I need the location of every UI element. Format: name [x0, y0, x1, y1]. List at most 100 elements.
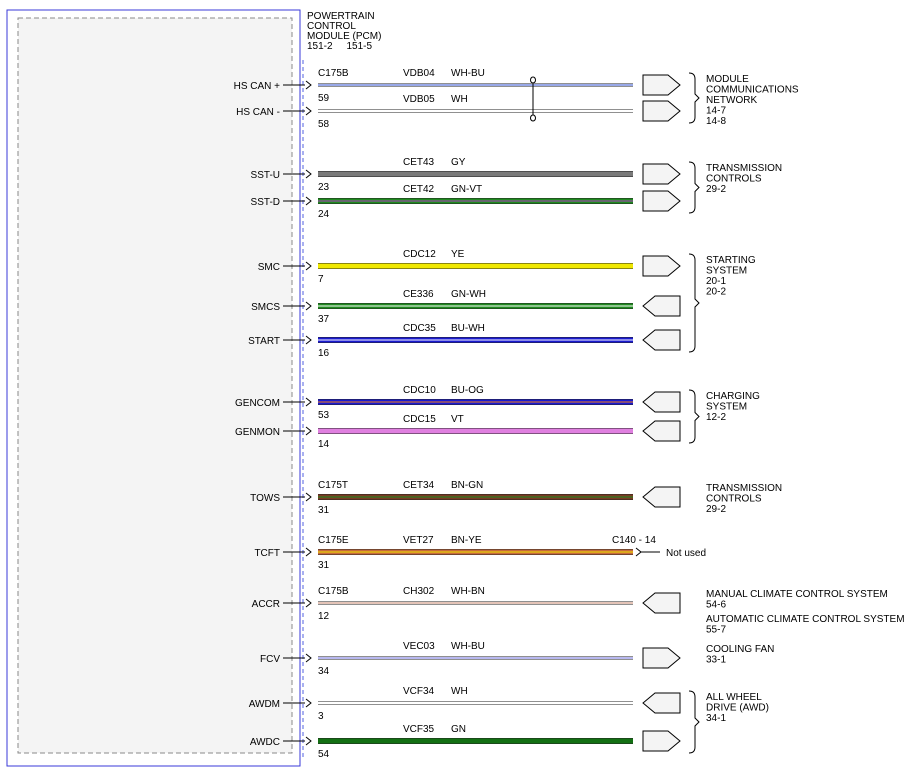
pin-arrow-icon	[305, 397, 312, 407]
destination-label-line: AUTOMATIC CLIMATE CONTROL SYSTEM	[706, 614, 905, 625]
destination-group: TRANSMISSIONCONTROLS29-2	[706, 483, 782, 515]
terminal-connector-pin: C140 - 14	[612, 535, 656, 546]
circuit-row: SMCS 37 CE336 GN-WH	[251, 289, 681, 325]
connector-out-icon	[642, 647, 681, 669]
circuit-row: AWDM 3 VCF34 WH	[249, 686, 681, 722]
circuit-id: VCF34	[403, 686, 435, 697]
destination-group: STARTINGSYSTEM20-120-2	[688, 253, 756, 353]
wire-color-code: WH-BN	[451, 586, 485, 597]
destination-label-line: 20-2	[706, 287, 726, 298]
destination-label-line: 14-8	[706, 116, 726, 127]
pin-arrow-icon	[305, 335, 312, 345]
signal-label: START	[248, 336, 280, 347]
signal-label: HS CAN +	[234, 81, 281, 92]
destination-group: TRANSMISSIONCONTROLS29-2	[688, 161, 782, 214]
signal-label: ACCR	[252, 599, 280, 610]
pin-number: 3	[318, 711, 324, 722]
circuit-id: CDC10	[403, 385, 436, 396]
pin-number: 16	[318, 348, 330, 359]
destination-label-line: MODULE	[706, 74, 749, 85]
destination-label-line: CONTROLS	[706, 174, 762, 185]
connector-in-icon	[642, 329, 681, 351]
destination-label-line: 29-2	[706, 504, 726, 515]
destination-group: COOLING FAN33-1	[706, 644, 774, 666]
circuit-id: CDC12	[403, 249, 436, 260]
wire-color-code: BN-YE	[451, 535, 482, 546]
circuit-id: VDB05	[403, 94, 435, 105]
circuit-id: CE336	[403, 289, 434, 300]
pin-number: 31	[318, 560, 330, 571]
connector-out-icon	[642, 74, 681, 96]
destination-label-line: NETWORK	[706, 95, 757, 106]
pin-number: 12	[318, 611, 330, 622]
connector-in-icon	[642, 420, 681, 442]
not-used-note: Not used	[666, 548, 706, 559]
circuit-row: FCV 34 VEC03 WH-BU	[260, 641, 681, 677]
destination-group: ALL WHEELDRIVE (AWD)34-1	[688, 690, 769, 754]
pin-number: 7	[318, 274, 324, 285]
pin-arrow-icon	[305, 426, 312, 436]
circuit-id: VDB04	[403, 68, 435, 79]
pin-number: 23	[318, 182, 330, 193]
wire-color-code: GY	[451, 157, 466, 168]
signal-label: TOWS	[250, 493, 280, 504]
pin-arrow-icon	[305, 106, 312, 116]
circuit-id: VEC03	[403, 641, 435, 652]
connector-id: C175T	[318, 480, 348, 491]
pcm-module-inner	[17, 17, 293, 754]
pin-arrow-icon	[305, 598, 312, 608]
connector-in-icon	[642, 391, 681, 413]
circuit-row: GENMON 14 CDC15 VT	[235, 414, 681, 450]
signal-label: FCV	[260, 654, 280, 665]
wire	[318, 701, 633, 705]
destination-label-line: COOLING FAN	[706, 644, 774, 655]
destination-bracket	[688, 690, 700, 754]
circuit-row: TOWS C175T 31 CET34 BN-GN	[250, 480, 681, 516]
module-page-refs: 151-2 151-5	[307, 41, 372, 52]
destination-label-line: STARTING	[706, 255, 756, 266]
pin-number: 54	[318, 749, 330, 760]
destination-label-line: 12-2	[706, 412, 726, 423]
destination-label-line: MANUAL CLIMATE CONTROL SYSTEM	[706, 589, 888, 600]
signal-label: SST-U	[251, 170, 280, 181]
destination-group: CHARGINGSYSTEM12-2	[688, 389, 760, 444]
connector-out-icon	[642, 100, 681, 122]
signal-label: GENMON	[235, 427, 280, 438]
destination-bracket	[688, 389, 700, 444]
connector-in-icon	[642, 592, 681, 614]
wire	[318, 263, 633, 269]
circuit-row: AWDC 54 VCF35 GN	[250, 724, 681, 760]
signal-label: SMC	[258, 262, 280, 273]
signal-label: SST-D	[251, 197, 280, 208]
circuit-row: TCFT C175E 31 VET27 BN-YE C140 - 14 Not used	[254, 535, 706, 571]
pin-number: 37	[318, 314, 330, 325]
circuit-row: SMC 7 CDC12 YE	[258, 249, 681, 285]
pin-arrow-icon	[305, 196, 312, 206]
destination-label-line: CONTROLS	[706, 494, 762, 505]
pin-arrow-icon	[305, 547, 312, 557]
circuit-id: VET27	[403, 535, 434, 546]
connector-out-icon	[642, 255, 681, 277]
pin-arrow-icon	[305, 653, 312, 663]
pin-number: 53	[318, 410, 330, 421]
circuit-id: CDC15	[403, 414, 436, 425]
wire-color-code: GN	[451, 724, 466, 735]
pin-number: 14	[318, 439, 330, 450]
wire-color-code: BU-WH	[451, 323, 485, 334]
circuit-row: SST-D 24 CET42 GN-VT	[251, 184, 681, 220]
wire-color-code: BU-OG	[451, 385, 484, 396]
connector-out-icon	[642, 163, 681, 185]
destination-bracket	[688, 253, 700, 353]
signal-label: TCFT	[254, 548, 280, 559]
destination-label-line: CHARGING	[706, 391, 760, 402]
connector-id: C175E	[318, 535, 349, 546]
connector-in-icon	[642, 295, 681, 317]
connector-id: C175B	[318, 586, 349, 597]
signal-label: HS CAN -	[236, 107, 280, 118]
destination-label-line: 20-1	[706, 276, 726, 287]
pin-arrow-icon	[305, 80, 312, 90]
destination-label-line: 54-6	[706, 600, 726, 611]
destination-group: MANUAL CLIMATE CONTROL SYSTEM54-6 AUTOMAT…	[706, 589, 905, 636]
circuit-id: VCF35	[403, 724, 435, 735]
terminal-arrow-icon	[635, 547, 642, 557]
